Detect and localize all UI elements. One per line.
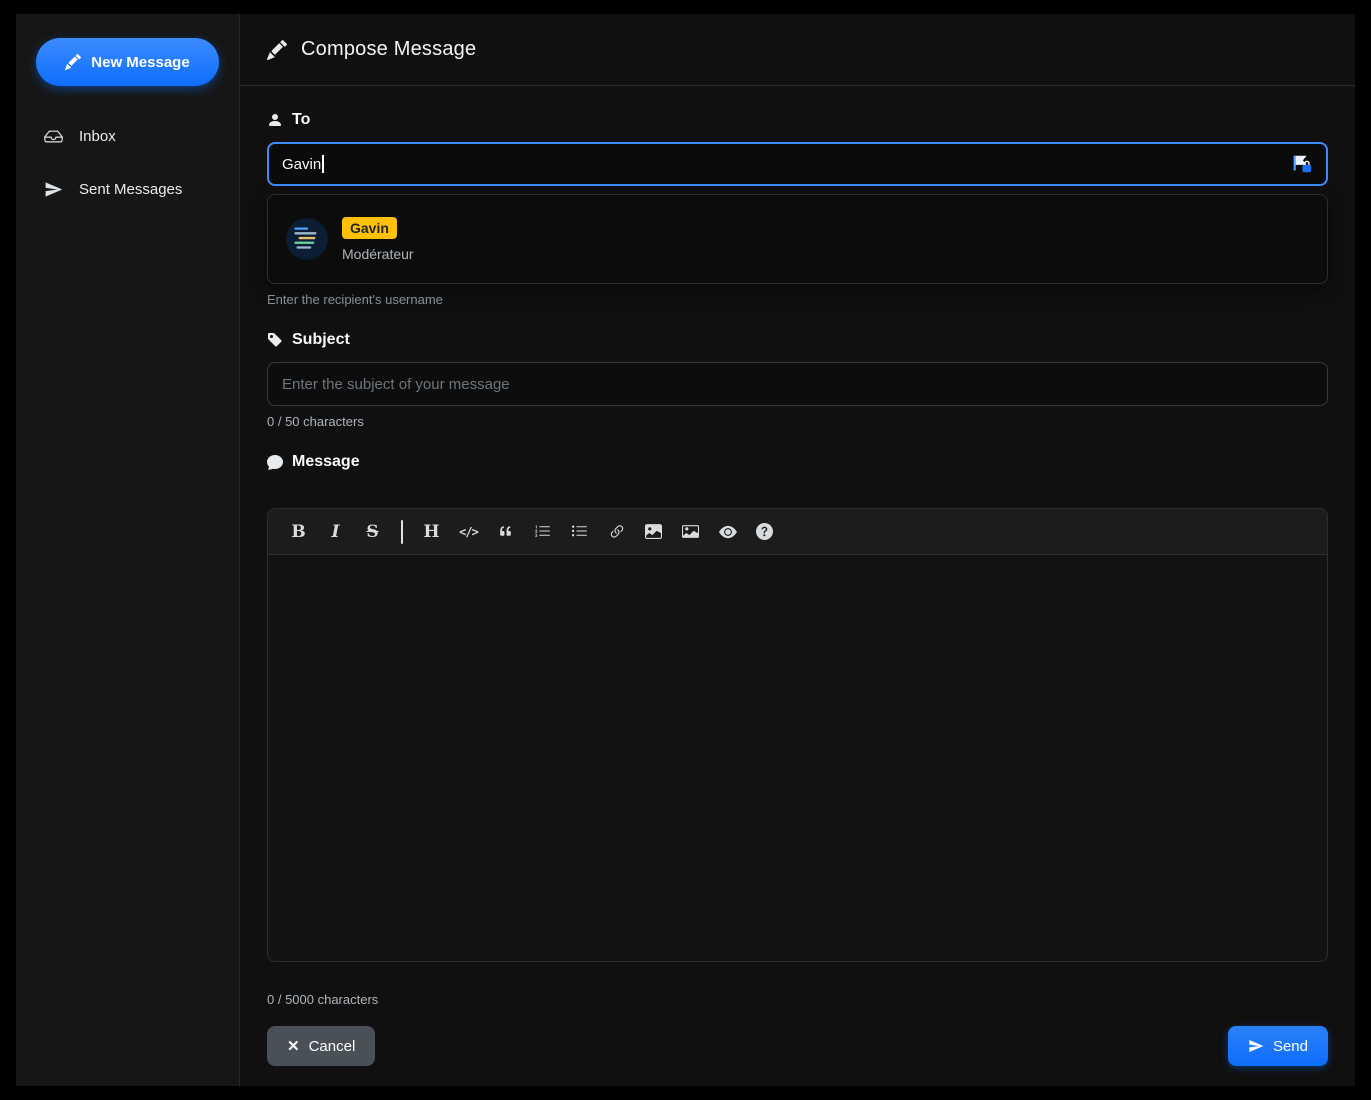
to-helper-text: Enter the recipient's username [267,292,1328,306]
main-panel: Compose Message To Gavin [240,14,1355,1086]
editor-toolbar: B I S H </> [268,509,1327,555]
image-icon [645,523,662,540]
app-window: New Message Inbox Sent Messages Compose [16,14,1355,1086]
image-card-button[interactable] [672,515,709,549]
tag-icon [267,332,283,348]
browser-autofill-icon[interactable] [1291,153,1313,175]
person-icon [267,112,283,128]
cancel-label: Cancel [309,1038,356,1055]
image-button[interactable] [635,515,672,549]
send-label: Send [1273,1038,1308,1055]
sidebar: New Message Inbox Sent Messages [16,14,240,1086]
avatar [286,218,328,260]
message-editor: B I S H </> [267,508,1328,962]
sidebar-item-inbox[interactable]: Inbox [36,116,219,157]
blockquote-button[interactable] [487,515,524,549]
compose-header: Compose Message [240,14,1355,86]
bold-icon: B [291,522,305,542]
send-button[interactable]: Send [1228,1026,1328,1066]
toolbar-divider [401,520,403,544]
image-card-icon [682,523,699,540]
form-actions: ✕ Cancel Send [267,1026,1328,1066]
compose-form: To Gavin [240,86,1355,1086]
help-icon [756,523,773,540]
ordered-list-icon [534,523,551,540]
heading-icon: H [423,522,439,542]
subject-counter: 0 / 50 characters [267,414,1328,428]
heading-button[interactable]: H [413,515,450,549]
preview-button[interactable] [709,515,746,549]
unordered-list-button[interactable] [561,515,598,549]
subject-section: Subject 0 / 50 characters [267,330,1328,428]
to-label-row: To [267,110,1328,130]
ordered-list-button[interactable] [524,515,561,549]
suggestion-username-highlight: Gavin [342,217,397,239]
avatar-image [286,218,328,260]
message-section: Message B I S [267,452,1328,1006]
code-block-button[interactable]: </> [450,515,487,549]
to-input-value: Gavin [282,156,321,173]
to-input[interactable]: Gavin [267,142,1328,186]
autofill-shield-icon [1291,153,1313,175]
message-body-input[interactable] [268,555,1327,961]
help-button[interactable] [746,515,783,549]
subject-input[interactable] [267,362,1328,406]
sidebar-nav: Inbox Sent Messages [36,116,219,210]
close-icon: ✕ [287,1037,300,1055]
message-counter: 0 / 5000 characters [267,992,1328,1006]
italic-icon: I [332,522,340,542]
suggestion-text: Gavin Modérateur [342,217,414,262]
pencil-icon [65,54,81,70]
text-caret [322,155,324,173]
quote-icon [497,523,514,540]
suggestion-role: Modérateur [342,246,414,262]
subject-label: Subject [292,331,350,349]
subject-label-row: Subject [267,330,1328,350]
sidebar-item-label: Inbox [79,128,116,145]
chat-bubble-icon [267,454,283,470]
cancel-button[interactable]: ✕ Cancel [267,1026,375,1066]
code-icon: </> [459,525,478,539]
new-message-button[interactable]: New Message [36,38,219,86]
message-label-row: Message [267,452,1328,472]
sidebar-item-sent-messages[interactable]: Sent Messages [36,169,219,210]
strikethrough-button[interactable]: S [354,515,391,549]
eye-icon [719,523,737,541]
sidebar-item-label: Sent Messages [79,181,182,198]
paper-plane-icon [44,180,63,199]
link-icon [608,523,626,541]
recipient-suggestion[interactable]: Gavin Modérateur [267,194,1328,284]
paper-plane-icon [1248,1038,1264,1054]
strikethrough-icon: S [366,522,378,542]
inbox-icon [44,127,63,146]
pencil-icon [267,40,287,60]
bold-button[interactable]: B [280,515,317,549]
unordered-list-icon [571,523,588,540]
italic-button[interactable]: I [317,515,354,549]
message-label: Message [292,453,360,471]
new-message-label: New Message [91,54,189,71]
link-button[interactable] [598,515,635,549]
to-label: To [292,111,310,129]
page-title: Compose Message [301,38,476,61]
